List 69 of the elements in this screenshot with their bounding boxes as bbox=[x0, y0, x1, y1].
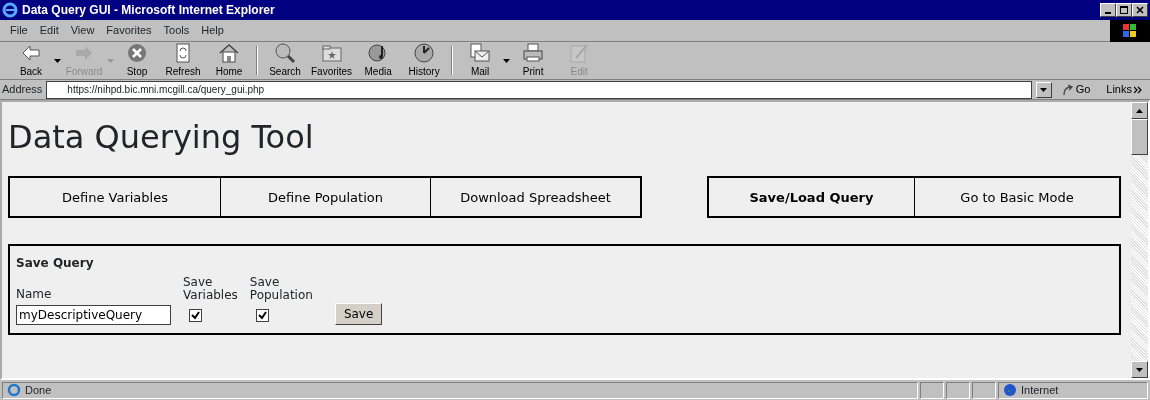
chevron-icon bbox=[1134, 85, 1142, 94]
toolbar-button[interactable]: Search bbox=[262, 42, 308, 79]
caret-icon[interactable] bbox=[54, 58, 61, 63]
close-icon bbox=[1136, 6, 1144, 14]
close-button[interactable] bbox=[1132, 3, 1148, 17]
nav-tab[interactable]: Go to Basic Mode bbox=[914, 178, 1119, 217]
option-label: Save Variables bbox=[183, 276, 238, 302]
menu-item[interactable]: Tools bbox=[157, 22, 196, 39]
go-button[interactable]: Go bbox=[1055, 81, 1097, 98]
check-icon bbox=[191, 310, 200, 320]
toolbar-button[interactable]: Favorites bbox=[308, 42, 356, 79]
menu-item[interactable]: File bbox=[4, 22, 34, 39]
home-icon bbox=[218, 42, 240, 64]
name-input[interactable]: myDescriptiveQuery bbox=[16, 304, 171, 325]
minimize-button[interactable] bbox=[1100, 3, 1116, 17]
menu-item[interactable]: Help bbox=[195, 22, 230, 39]
envelope-icon bbox=[469, 42, 492, 64]
clock-icon bbox=[413, 42, 436, 64]
nav-tab[interactable]: Define Population bbox=[220, 178, 430, 217]
option-label: Save Population bbox=[249, 276, 313, 302]
zone-text: Internet bbox=[1021, 382, 1059, 398]
address-label: Address bbox=[2, 82, 43, 98]
save-button[interactable]: Save bbox=[334, 302, 383, 325]
toolbar-button[interactable]: Home bbox=[206, 42, 252, 79]
nav-tab[interactable]: Download Spreadsheet bbox=[430, 178, 640, 217]
status-pane bbox=[920, 381, 944, 399]
toolbar-button[interactable]: History bbox=[401, 42, 448, 79]
toolbar-button[interactable]: Back bbox=[8, 42, 54, 79]
window-title: Data Query GUI - Microsoft Internet Explorer bbox=[22, 2, 275, 19]
browser-logo-icon bbox=[2, 2, 18, 18]
dropdown-button[interactable] bbox=[1035, 81, 1052, 98]
document-pencil-icon bbox=[568, 42, 591, 64]
scroll-thumb[interactable] bbox=[1131, 119, 1148, 155]
menu-item[interactable]: Edit bbox=[33, 22, 65, 39]
toolbar-button[interactable]: Mail bbox=[457, 42, 504, 79]
checkbox[interactable] bbox=[189, 308, 202, 322]
address-field[interactable]: https://nihpd.bic.mni.mcgill.ca/query_gui.php bbox=[46, 80, 1032, 99]
links-button[interactable]: Links bbox=[1100, 81, 1148, 98]
go-arrow-icon bbox=[1061, 83, 1074, 96]
scroll-down-button[interactable] bbox=[1131, 361, 1148, 378]
maximize-icon bbox=[1120, 6, 1128, 14]
check-icon bbox=[257, 310, 267, 320]
toolbar-button[interactable]: Stop bbox=[114, 42, 160, 79]
menu-item[interactable]: Favorites bbox=[100, 22, 158, 39]
down-arrow-icon bbox=[1136, 367, 1143, 372]
menu-item[interactable]: View bbox=[64, 22, 101, 39]
status-pane bbox=[972, 381, 996, 399]
toolbar-button[interactable]: Print bbox=[510, 42, 557, 79]
flag-icon bbox=[1123, 23, 1137, 38]
status-pane bbox=[946, 381, 970, 399]
folder-star-icon bbox=[320, 42, 343, 64]
nav-tab[interactable]: Define Variables bbox=[10, 178, 220, 217]
page-heading: Data Querying Tool bbox=[8, 118, 315, 157]
toolbar-button[interactable]: Media bbox=[355, 42, 402, 79]
maximize-button[interactable] bbox=[1116, 3, 1132, 17]
up-arrow-icon bbox=[1136, 108, 1143, 113]
globe-icon bbox=[1003, 383, 1017, 397]
stop-icon bbox=[126, 42, 148, 64]
printer-icon bbox=[522, 42, 545, 64]
nav-tab[interactable]: Save/Load Query bbox=[709, 178, 914, 217]
status-text: Done bbox=[25, 382, 52, 398]
checkbox[interactable] bbox=[255, 308, 269, 322]
toolbar-button[interactable]: Refresh bbox=[160, 42, 206, 79]
field-label: Name bbox=[16, 288, 53, 301]
vertical-scrollbar[interactable] bbox=[1131, 102, 1148, 378]
caret-icon[interactable] bbox=[503, 58, 511, 63]
caret-icon bbox=[1040, 87, 1048, 92]
panel-title: Save Query bbox=[16, 255, 95, 273]
scroll-up-button[interactable] bbox=[1131, 102, 1148, 119]
